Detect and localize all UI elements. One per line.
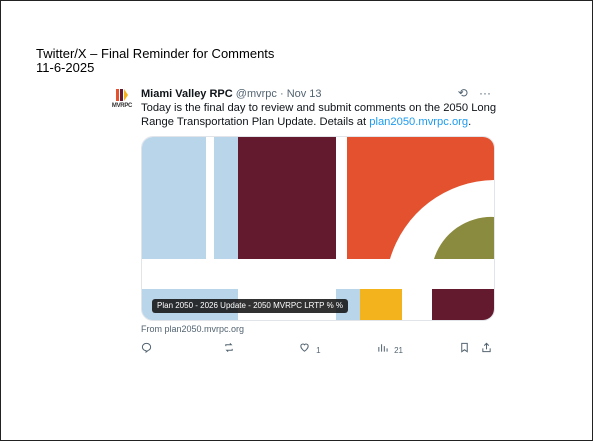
tweet-header: Miami Valley RPC @mvrpc · Nov 13 — [141, 88, 322, 101]
share-icon — [482, 342, 491, 353]
repost-button[interactable] — [223, 342, 238, 356]
slide-date: 11-6-2025 — [36, 60, 95, 75]
reply-button[interactable] — [141, 342, 155, 356]
tweet-text: Today is the final day to review and sub… — [141, 101, 501, 129]
bookmark-icon — [461, 342, 468, 353]
like-count: 1 — [316, 346, 321, 355]
author-handle[interactable]: @mvrpc — [236, 88, 277, 100]
presentation-slide: Twitter/X – Final Reminder for Comments … — [0, 0, 593, 441]
link-source[interactable]: From plan2050.mvrpc.org — [141, 324, 244, 334]
views-button[interactable]: 21 — [377, 342, 403, 356]
author-name[interactable]: Miami Valley RPC — [141, 88, 233, 100]
media-caption: Plan 2050 - 2026 Update - 2050 MVRPC LRT… — [152, 299, 349, 313]
more-options-icon[interactable]: ··· — [479, 86, 491, 100]
tweet-action-bar: 1 21 — [141, 342, 501, 360]
repost-icon — [225, 343, 233, 352]
tweet-link[interactable]: plan2050.mvrpc.org — [369, 116, 468, 128]
like-button[interactable]: 1 — [299, 342, 321, 356]
avatar[interactable]: MVRPC — [109, 89, 135, 115]
grok-icon[interactable]: ⟲ — [458, 86, 468, 100]
views-icon — [378, 344, 388, 352]
tweet-card[interactable]: MVRPC Miami Valley RPC @mvrpc · Nov 13 ⟲… — [101, 84, 503, 366]
slide-title: Twitter/X – Final Reminder for Comments — [36, 46, 275, 61]
header-separator: · — [276, 88, 287, 100]
plan-2050-graphic — [142, 137, 494, 320]
mvrpc-logo-icon — [116, 89, 128, 101]
tweet-time[interactable]: Nov 13 — [287, 88, 322, 100]
tweet-top-actions: ⟲ ··· — [450, 86, 491, 100]
heart-icon — [300, 343, 309, 352]
tweet-media-card[interactable]: Plan 2050 - 2026 Update - 2050 MVRPC LRT… — [141, 136, 495, 321]
bookmark-button[interactable] — [459, 342, 470, 356]
share-button[interactable] — [481, 342, 492, 356]
tweet-body-end: . — [468, 116, 472, 128]
avatar-label: MVRPC — [111, 103, 133, 109]
views-count: 21 — [394, 346, 403, 355]
reply-icon — [141, 342, 152, 354]
